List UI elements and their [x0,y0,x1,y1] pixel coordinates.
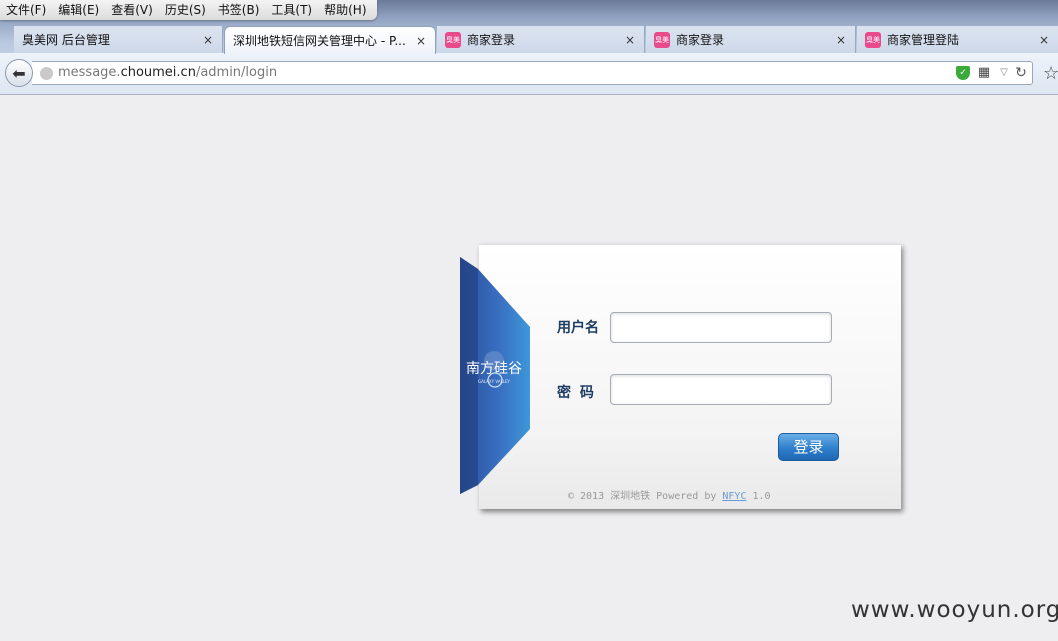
logo-text: 南方硅谷 [466,361,522,377]
url-text[interactable]: message.choumei.cn/admin/login [58,62,277,84]
brand-ribbon: 南方硅谷 GALAXY VALLEY [460,257,530,494]
tab-title: 深圳地铁短信网关管理中心 - P... [233,34,406,48]
logo-subtext: GALAXY VALLEY [478,379,511,384]
tab-shenzhen-metro[interactable]: 深圳地铁短信网关管理中心 - P... × [224,26,436,54]
choumei-favicon-icon: 臭美 [654,31,670,48]
password-label: 密 码 [557,385,594,401]
menu-tools[interactable]: 工具(T) [265,0,318,20]
menu-bar: 文件(F) 编辑(E) 查看(V) 历史(S) 书签(B) 工具(T) 帮助(H… [0,0,377,20]
bookmark-star-icon[interactable]: ☆ [1043,63,1058,84]
version-text: 1.0 [746,491,771,502]
tab-title: 商家管理登陆 [887,33,960,47]
navigation-bar: message.choumei.cn/admin/login ✓ ▦ ▽ ↻ ⬅… [0,53,1058,95]
tab-merchant-login-2[interactable]: 臭美 商家登录 × [646,26,856,53]
tab-strip: 臭美网 后台管理 × 深圳地铁短信网关管理中心 - P... × 臭美 商家登录… [0,26,1058,54]
footer-copyright: © 2013 深圳地铁 Powered by NFYC 1.0 [568,487,771,502]
browser-chrome: 文件(F) 编辑(E) 查看(V) 历史(S) 书签(B) 工具(T) 帮助(H… [0,0,1058,95]
dropdown-triangle-icon[interactable]: ▽ [997,66,1011,80]
choumei-favicon-icon: 臭美 [445,31,461,48]
login-button[interactable]: 登录 [778,433,839,461]
url-domain: choumei.cn [120,65,196,80]
watermark: www.wooyun.org [851,597,1058,623]
reload-icon[interactable]: ↻ [1014,66,1028,80]
tab-choumei-admin[interactable]: 臭美网 后台管理 × [14,26,223,53]
menu-history[interactable]: 历史(S) [159,0,212,20]
copyright-text: © 2013 深圳地铁 Powered by [568,491,723,502]
close-icon[interactable]: × [200,33,216,47]
close-icon[interactable]: × [833,33,849,47]
tab-merchant-admin-login[interactable]: 臭美 商家管理登陆 × [857,26,1058,53]
back-button[interactable]: ⬅ [5,59,33,87]
url-prefix: message. [58,65,121,80]
choumei-favicon-icon: 臭美 [865,31,881,48]
password-input[interactable] [610,374,832,405]
menu-edit[interactable]: 编辑(E) [52,0,105,20]
nfyc-link[interactable]: NFYC [722,491,746,502]
username-input[interactable] [610,312,832,343]
globe-icon [40,67,53,80]
menu-bookmarks[interactable]: 书签(B) [212,0,266,20]
tab-title: 商家登录 [467,33,516,47]
address-bar[interactable]: message.choumei.cn/admin/login ✓ ▦ ▽ ↻ [32,61,1033,85]
back-arrow-icon: ⬅ [12,63,26,83]
username-label: 用户名 [557,320,599,336]
close-icon[interactable]: × [622,33,638,47]
menu-help[interactable]: 帮助(H) [318,0,372,20]
qr-code-icon[interactable]: ▦ [977,66,991,80]
url-path: /admin/login [195,65,278,80]
tab-title: 臭美网 后台管理 [22,33,110,47]
close-icon[interactable]: × [413,34,429,48]
menu-view[interactable]: 查看(V) [105,0,159,20]
tab-merchant-login-1[interactable]: 臭美 商家登录 × [437,26,645,53]
tab-title: 商家登录 [676,33,725,47]
shield-icon[interactable]: ✓ [956,66,970,80]
menu-file[interactable]: 文件(F) [0,0,52,20]
close-icon[interactable]: × [1036,33,1052,47]
